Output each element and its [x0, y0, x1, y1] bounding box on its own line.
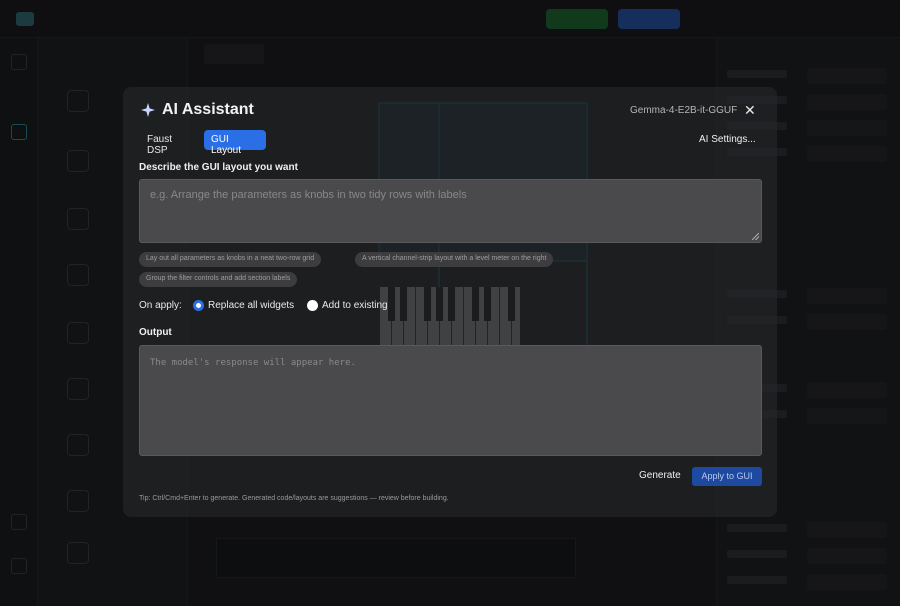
output-area[interactable]: The model's response will appear here.	[139, 345, 762, 456]
tab-gui-layout[interactable]: GUI Layout	[204, 130, 266, 156]
output-label: Output	[139, 327, 172, 338]
prompt-input[interactable]: e.g. Arrange the parameters as knobs in …	[139, 179, 762, 243]
apply-to-gui-button[interactable]: Apply to GUI	[692, 467, 762, 486]
prompt-placeholder: e.g. Arrange the parameters as knobs in …	[150, 189, 467, 201]
resize-grip-icon[interactable]	[752, 233, 759, 240]
model-name: Gemma-4-E2B-it-GGUF	[630, 105, 738, 116]
tip-text: Tip: Ctrl/Cmd+Enter to generate. Generat…	[139, 495, 449, 502]
suggestion-chip[interactable]: A vertical channel-strip layout with a l…	[355, 252, 554, 267]
add-to-existing-radio[interactable]	[307, 300, 318, 311]
on-apply-label: On apply:	[139, 300, 182, 311]
dialog-title: AI Assistant	[162, 101, 254, 118]
close-icon[interactable]: ✕	[744, 103, 756, 117]
ai-settings-button[interactable]: AI Settings...	[699, 134, 756, 145]
add-to-existing-label[interactable]: Add to existing	[322, 300, 388, 311]
describe-label: Describe the GUI layout you want	[139, 162, 298, 173]
replace-all-label[interactable]: Replace all widgets	[208, 300, 294, 311]
suggestion-chip[interactable]: Lay out all parameters as knobs in a nea…	[139, 252, 322, 267]
output-placeholder: The model's response will appear here.	[150, 358, 356, 368]
tab-faust-dsp[interactable]: Faust DSP	[140, 130, 197, 156]
replace-all-radio[interactable]	[193, 300, 204, 311]
suggestion-chip[interactable]: Group the filter controls and add sectio…	[139, 272, 298, 287]
sparkle-icon	[141, 103, 155, 117]
generate-button[interactable]: Generate	[639, 470, 681, 481]
